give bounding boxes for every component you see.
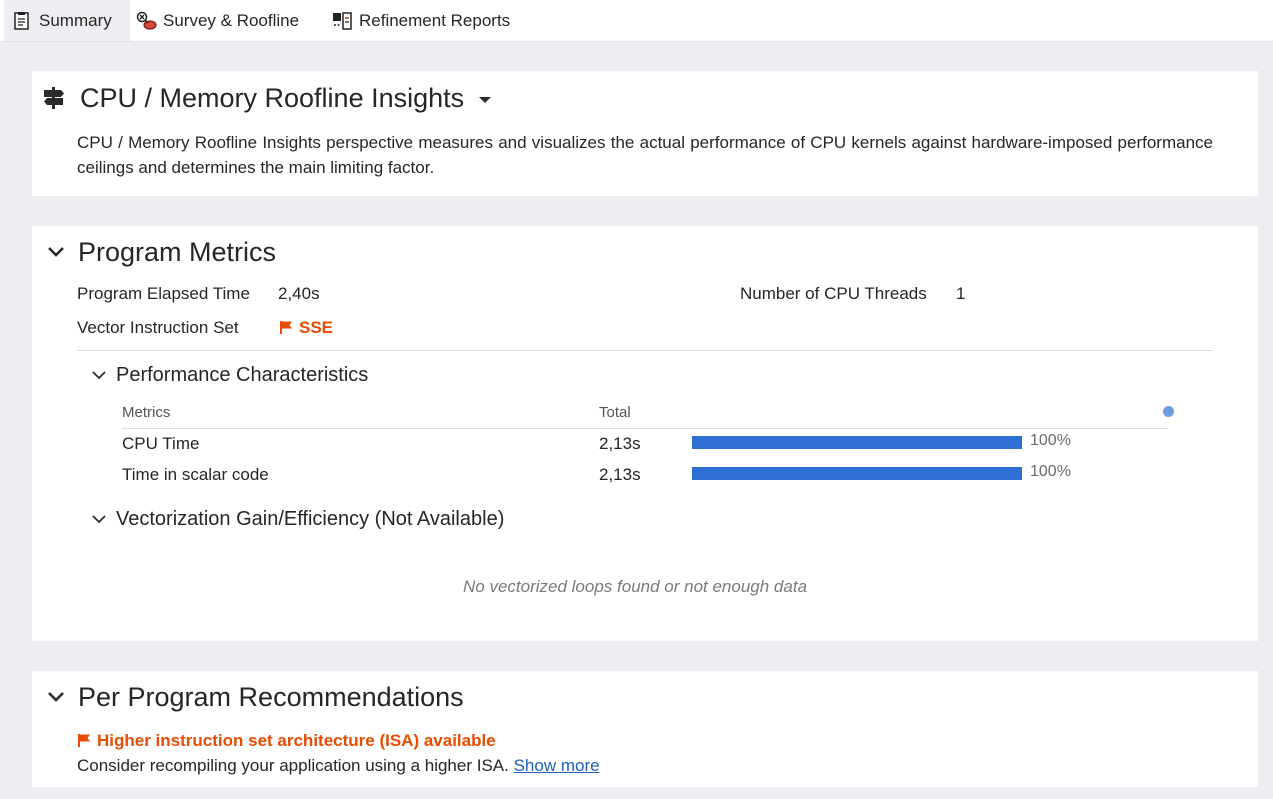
isa-value: SSE xyxy=(279,318,333,338)
section-divider xyxy=(77,350,1213,351)
tab-bar: Summary Survey & Roofline Refinement Rep… xyxy=(0,0,1273,42)
elapsed-time-label: Program Elapsed Time xyxy=(77,284,250,303)
perspective-dropdown-icon[interactable] xyxy=(478,93,492,107)
metric-row-percent: 100% xyxy=(1030,432,1071,449)
metric-row-total: 2,13s xyxy=(599,465,641,484)
tab-label: Survey & Roofline xyxy=(163,10,300,30)
metric-row-total: 2,13s xyxy=(599,434,641,453)
empty-state-message: No vectorized loops found or not enough … xyxy=(463,577,808,596)
tab-summary[interactable]: Summary xyxy=(4,0,130,41)
recommendation-issue: Higher instruction set architecture (ISA… xyxy=(77,731,496,751)
metric-row-percent: 100% xyxy=(1030,463,1071,480)
tab-label: Refinement Reports xyxy=(359,10,511,30)
summary-report-icon xyxy=(12,11,32,31)
flag-icon xyxy=(77,732,91,747)
flag-icon xyxy=(279,319,293,334)
recommendation-issue-title: Higher instruction set architecture (ISA… xyxy=(97,731,496,750)
metric-row-bar xyxy=(692,436,1022,449)
recommendations-title: Per Program Recommendations xyxy=(78,682,464,712)
vectorization-title: Vectorization Gain/Efficiency (Not Avail… xyxy=(116,508,505,530)
program-metrics-card: Program Metrics Program Elapsed Time 2,4… xyxy=(32,226,1258,641)
performance-characteristics-title: Performance Characteristics xyxy=(116,364,369,386)
table-header-divider xyxy=(122,428,1168,429)
cpu-threads-value: 1 xyxy=(956,284,966,303)
elapsed-time-value: 2,40s xyxy=(278,284,320,303)
column-header-total: Total xyxy=(599,404,631,421)
chevron-down-icon[interactable] xyxy=(91,368,107,382)
column-header-metrics: Metrics xyxy=(122,404,171,421)
isa-label: Vector Instruction Set xyxy=(77,318,239,337)
tab-refinement-reports[interactable]: Refinement Reports xyxy=(332,0,532,41)
insights-title: CPU / Memory Roofline Insights xyxy=(80,83,465,113)
recommendation-text-line: Consider recompiling your application us… xyxy=(77,756,600,776)
tab-label: Summary xyxy=(39,10,112,30)
metric-row-name: Time in scalar code xyxy=(122,465,269,484)
show-more-link[interactable]: Show more xyxy=(514,756,600,775)
chevron-down-icon[interactable] xyxy=(46,244,66,260)
program-metrics-title: Program Metrics xyxy=(78,237,277,267)
column-settings-dot-icon[interactable] xyxy=(1163,406,1174,417)
insights-card: CPU / Memory Roofline Insights CPU / Mem… xyxy=(32,71,1258,196)
survey-roofline-icon xyxy=(136,11,157,31)
signpost-icon xyxy=(41,85,67,111)
metric-row-name: CPU Time xyxy=(122,434,200,453)
tab-survey-roofline[interactable]: Survey & Roofline xyxy=(136,0,322,41)
isa-value-text: SSE xyxy=(299,318,334,337)
chevron-down-icon[interactable] xyxy=(46,689,66,705)
refinement-reports-icon xyxy=(332,11,352,31)
chevron-down-icon[interactable] xyxy=(91,512,107,526)
recommendations-card: Per Program Recommendations Higher instr… xyxy=(32,671,1258,787)
recommendation-text: Consider recompiling your application us… xyxy=(77,756,509,775)
cpu-threads-label: Number of CPU Threads xyxy=(740,284,927,303)
metric-row-bar xyxy=(692,467,1022,480)
insights-description: CPU / Memory Roofline Insights perspecti… xyxy=(77,133,1213,177)
